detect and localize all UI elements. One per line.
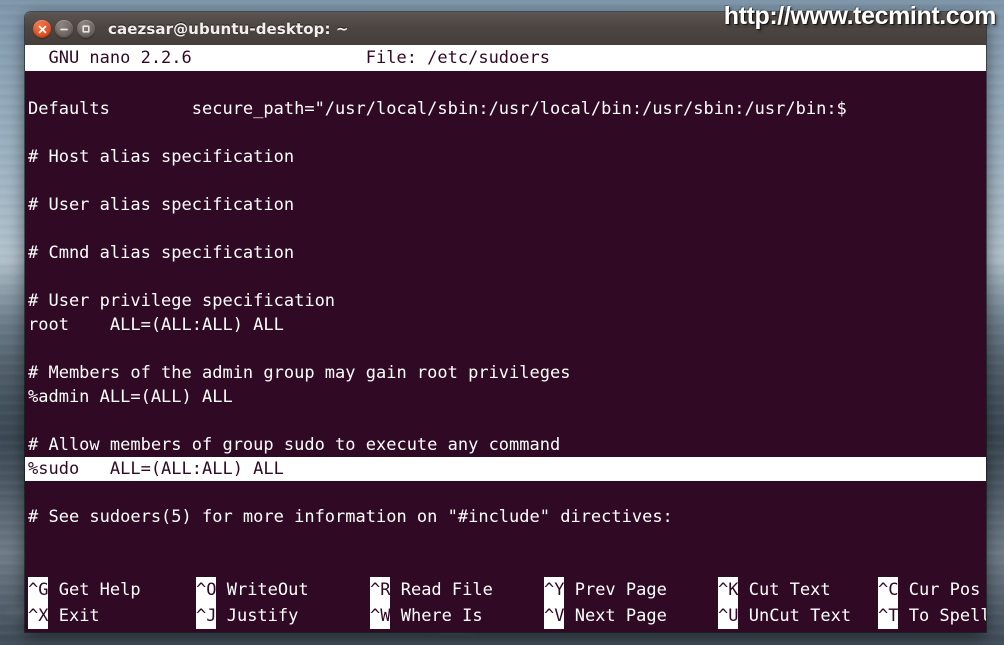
nano-line: Defaults secure_path="/usr/local/sbin:/u… <box>28 99 847 119</box>
shortcut-prev-page[interactable]: ^Y Prev Page <box>544 577 718 603</box>
shortcut-key: ^U <box>718 603 739 629</box>
nano-line: # User alias specification <box>28 195 295 215</box>
shortcut-row-2: ^X Exit ^J Justify ^W Where Is ^V Next Page… <box>28 603 986 629</box>
nano-line <box>25 265 986 289</box>
shortcut-key: ^V <box>544 603 565 629</box>
shortcut-label: Justify <box>216 606 299 626</box>
nano-line: root ALL=(ALL:ALL) ALL <box>28 315 284 335</box>
nano-line: # Allow members of group sudo to execute… <box>28 435 561 455</box>
shortcut-cur-pos[interactable]: ^C Cur Pos <box>878 577 980 603</box>
shortcut-label: Exit <box>48 606 100 626</box>
nano-line: # Members of the admin group may gain ro… <box>28 363 571 383</box>
shortcut-label: To Spell <box>898 606 986 626</box>
nano-shortcut-footer: ^G Get Help ^O WriteOut ^R Read File ^Y Pre… <box>25 577 986 629</box>
shortcut-key: ^O <box>196 577 217 603</box>
minimize-button[interactable] <box>55 20 73 38</box>
nano-line: # See sudoers(5) for more information on… <box>28 507 673 527</box>
shortcut-label: WriteOut <box>216 580 309 600</box>
shortcut-label: UnCut Text <box>738 606 852 626</box>
nano-line <box>25 337 986 361</box>
nano-line <box>25 121 986 145</box>
shortcut-get-help[interactable]: ^G Get Help <box>28 577 196 603</box>
shortcut-label: Read File <box>390 580 493 600</box>
window-title: caezsar@ubuntu-desktop: ~ <box>108 20 349 38</box>
shortcut-label: Cut Text <box>738 580 831 600</box>
shortcut-uncut-text[interactable]: ^U UnCut Text <box>718 603 878 629</box>
nano-titlebar: GNU nano 2.2.6 File: /etc/sudoers <box>25 45 986 71</box>
maximize-button[interactable] <box>77 20 95 38</box>
shortcut-key: ^J <box>196 603 217 629</box>
shortcut-to-spell[interactable]: ^T To Spell <box>878 603 986 629</box>
shortcut-label: Next Page <box>564 606 667 626</box>
shortcut-cut-text[interactable]: ^K Cut Text <box>718 577 878 603</box>
shortcut-label: Prev Page <box>564 580 667 600</box>
shortcut-key: ^K <box>718 577 739 603</box>
nano-line: # Host alias specification <box>28 147 295 167</box>
shortcut-writeout[interactable]: ^O WriteOut <box>196 577 370 603</box>
shortcut-key: ^C <box>878 577 899 603</box>
shortcut-key: ^T <box>878 603 899 629</box>
shortcut-justify[interactable]: ^J Justify <box>196 603 370 629</box>
nano-line: %admin ALL=(ALL) ALL <box>28 387 233 407</box>
shortcut-exit[interactable]: ^X Exit <box>28 603 196 629</box>
nano-line <box>25 73 986 97</box>
nano-line: # Cmnd alias specification <box>28 243 295 263</box>
terminal-body[interactable]: GNU nano 2.2.6 File: /etc/sudoers Defaul… <box>25 45 986 632</box>
nano-line <box>25 169 986 193</box>
nano-editor-text[interactable]: Defaults secure_path="/usr/local/sbin:/u… <box>25 73 986 570</box>
shortcut-key: ^Y <box>544 577 565 603</box>
shortcut-key: ^W <box>370 603 391 629</box>
shortcut-label: Get Help <box>48 580 141 600</box>
shortcut-key: ^R <box>370 577 391 603</box>
nano-line <box>25 481 986 505</box>
shortcut-row-1: ^G Get Help ^O WriteOut ^R Read File ^Y Pre… <box>28 577 986 603</box>
shortcut-next-page[interactable]: ^V Next Page <box>544 603 718 629</box>
close-button[interactable] <box>33 20 51 38</box>
nano-line-highlighted: %sudo ALL=(ALL:ALL) ALL <box>25 457 986 481</box>
shortcut-key: ^G <box>28 577 49 603</box>
nano-line <box>25 409 986 433</box>
nano-line <box>25 217 986 241</box>
shortcut-label: Cur Pos <box>898 580 981 600</box>
shortcut-key: ^X <box>28 603 49 629</box>
shortcut-read-file[interactable]: ^R Read File <box>370 577 544 603</box>
shortcut-label: Where Is <box>390 606 483 626</box>
site-watermark: http://www.tecmint.com <box>723 2 997 30</box>
terminal-window[interactable]: caezsar@ubuntu-desktop: ~ GNU nano 2.2.6… <box>25 12 986 632</box>
shortcut-where-is[interactable]: ^W Where Is <box>370 603 544 629</box>
nano-line: # User privilege specification <box>28 291 336 311</box>
